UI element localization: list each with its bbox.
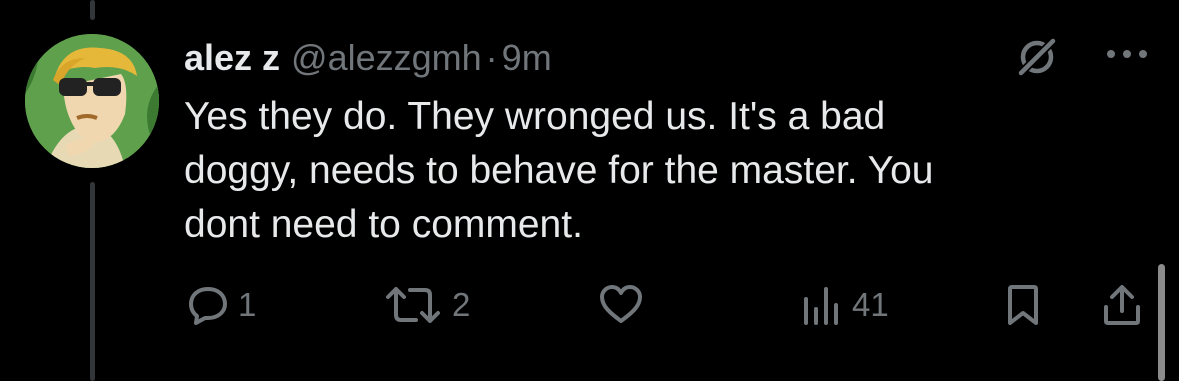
scrollbar[interactable]: [1158, 264, 1165, 381]
separator-dot: ·: [485, 37, 498, 78]
tweet-text: Yes they do. They wronged us. It's a bad…: [184, 95, 934, 246]
more-icon[interactable]: [1104, 43, 1150, 65]
repost-count: 2: [452, 286, 471, 323]
views-button[interactable]: 41: [800, 280, 889, 330]
views-icon: [804, 287, 838, 325]
bookmark-button[interactable]: [1003, 280, 1043, 330]
heart-icon: [600, 285, 642, 323]
share-icon: [1104, 285, 1140, 325]
thread-line-top: [90, 0, 95, 20]
reply-button[interactable]: 1: [186, 280, 256, 330]
avatar[interactable]: [25, 34, 159, 168]
like-button[interactable]: [598, 280, 644, 330]
repost-button[interactable]: 2: [382, 280, 470, 330]
user-handle[interactable]: @alezzgmh: [291, 37, 482, 79]
timestamp[interactable]: 9m: [502, 37, 552, 79]
repost-icon: [386, 287, 440, 323]
reply-icon: [189, 287, 227, 325]
grok-icon[interactable]: [1016, 36, 1058, 78]
tweet-header: alez z @alezzgmh · 9m: [184, 36, 552, 80]
display-name[interactable]: alez z: [184, 37, 280, 79]
avatar-image: [25, 34, 159, 168]
views-count: 41: [852, 286, 889, 323]
action-bar: 1 2 41: [0, 280, 1179, 330]
share-button[interactable]: [1100, 280, 1144, 330]
reply-count: 1: [238, 286, 257, 323]
bookmark-icon: [1008, 285, 1038, 325]
